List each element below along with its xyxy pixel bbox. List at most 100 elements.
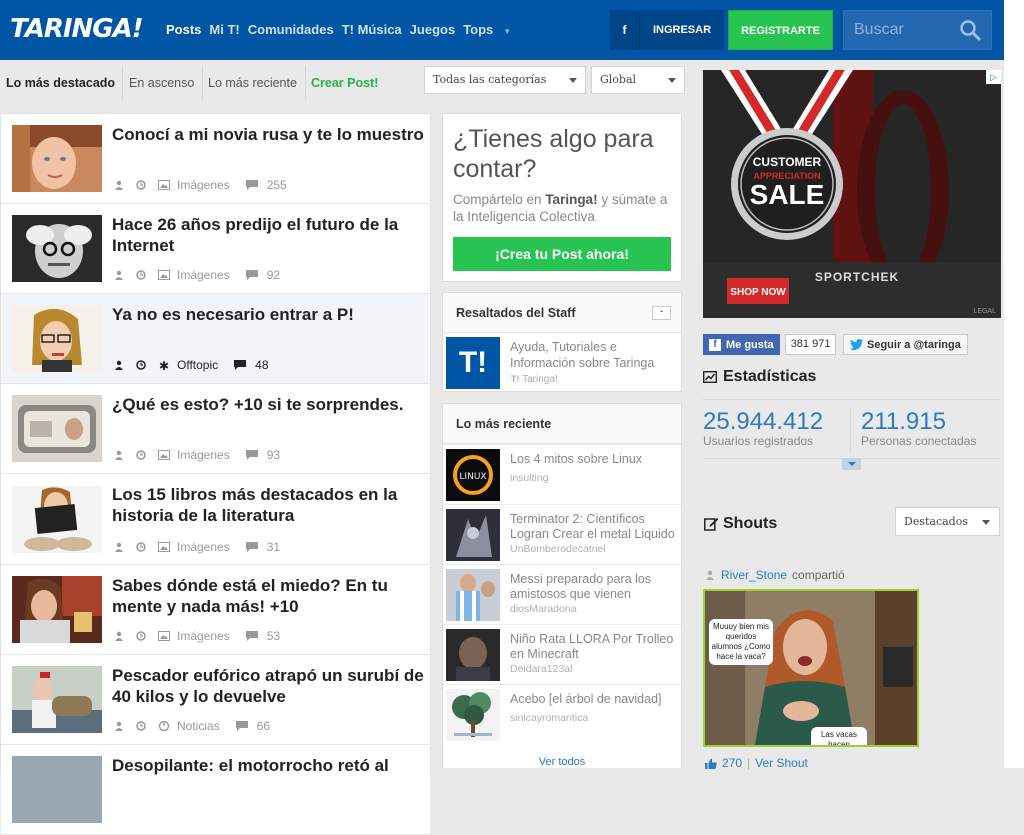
shout-image[interactable]: Muuuy bien mis queridos alumnos ¿Como ha… xyxy=(703,589,919,747)
post-title[interactable]: Ya no es necesario entrar a P! xyxy=(112,304,424,325)
tab-destacados[interactable]: Lo más destacado xyxy=(6,76,115,90)
recent-item[interactable]: Niño Rata LLORA Por Trolleo en Minecraft… xyxy=(443,624,681,684)
post-title[interactable]: Hace 26 años predijo el futuro de la Int… xyxy=(112,214,424,256)
recent-item-user[interactable]: insulting xyxy=(510,472,549,484)
recent-item-user[interactable]: sinicayromantica xyxy=(510,712,588,724)
post-category[interactable]: Imágenes xyxy=(158,629,230,643)
recent-item-title[interactable]: Los 4 mitos sobre Linux xyxy=(510,452,680,467)
promo-text-brand: Taringa! xyxy=(545,192,598,207)
post-item[interactable]: Los 15 libros más destacados en la histo… xyxy=(1,474,430,565)
post-category[interactable]: Imágenes xyxy=(158,268,230,282)
facebook-like-button[interactable]: f Me gusta xyxy=(703,334,780,355)
recent-item-title[interactable]: Terminator 2: Científicos Logran Crear e… xyxy=(510,512,680,542)
scope-select[interactable]: Global xyxy=(591,66,685,94)
recent-item-title[interactable]: Niño Rata LLORA Por Trolleo en Minecraft xyxy=(510,632,680,662)
post-title[interactable]: Pescador eufórico atrapó un surubí de 40… xyxy=(112,665,424,707)
recent-item-title[interactable]: Acebo [el árbol de navidad] xyxy=(510,692,680,707)
recent-item[interactable]: Terminator 2: Científicos Logran Crear e… xyxy=(443,504,681,564)
post-thumbnail[interactable] xyxy=(12,576,102,643)
login-button[interactable]: INGRESAR xyxy=(640,10,724,50)
advertisement[interactable]: CUSTOMER APPRECIATION SALE SPORTCHEK SHO… xyxy=(703,70,1001,318)
recent-thumbnail[interactable]: LINUX xyxy=(446,449,500,501)
post-title[interactable]: ¿Qué es esto? +10 si te sorprendes. xyxy=(112,394,424,415)
nav-mi-t[interactable]: Mi T! xyxy=(209,22,239,37)
clock-icon xyxy=(136,542,146,552)
recent-item-user[interactable]: UnBomberodecatriel xyxy=(510,543,606,555)
post-thumbnail[interactable] xyxy=(12,395,102,462)
recent-item-title[interactable]: Messi preparado para los amistosos que v… xyxy=(510,572,680,602)
user-icon xyxy=(115,270,123,280)
speech-bubble: Las vacas hacen xyxy=(811,727,867,745)
clock-icon xyxy=(136,631,146,641)
facebook-icon: f xyxy=(709,338,721,351)
recent-item[interactable]: LINUX Los 4 mitos sobre Linux insulting xyxy=(443,444,681,504)
post-item[interactable]: Sabes dónde está el miedo? En tu mente y… xyxy=(1,565,430,655)
facebook-login-button[interactable]: f xyxy=(610,10,640,50)
user-icon xyxy=(115,360,123,370)
search-icon[interactable] xyxy=(959,19,981,41)
post-category[interactable]: Noticias xyxy=(158,719,220,733)
search-input[interactable] xyxy=(844,11,954,49)
linux-badge: LINUX xyxy=(459,472,486,482)
taringa-logo[interactable]: TARINGA! xyxy=(10,14,144,44)
create-post-link[interactable]: Crear Post! xyxy=(311,76,378,90)
post-comments: 53 xyxy=(245,629,280,643)
image-icon xyxy=(158,450,170,460)
post-category[interactable]: Imágenes xyxy=(158,178,230,192)
recent-thumbnail[interactable] xyxy=(446,569,500,621)
staff-item-title[interactable]: Ayuda, Tutoriales e Información sobre Ta… xyxy=(510,339,675,371)
shout-author-name[interactable]: River_Stone xyxy=(721,568,787,582)
nav-posts[interactable]: Posts xyxy=(166,22,201,37)
post-thumbnail[interactable] xyxy=(12,215,102,282)
twitter-follow-button[interactable]: Seguir a @taringa xyxy=(843,334,968,355)
clock-icon xyxy=(136,270,146,280)
tab-reciente[interactable]: Lo más reciente xyxy=(208,76,297,90)
category-select[interactable]: Todas las categorías xyxy=(424,66,586,94)
post-item[interactable]: ¿Qué es esto? +10 si te sorprendes. Imág… xyxy=(1,384,430,474)
post-title[interactable]: Desopilante: el motorrocho retó al xyxy=(112,755,424,776)
post-comment-count: 255 xyxy=(266,178,287,192)
adchoices-icon[interactable]: ▷ xyxy=(986,70,1001,84)
recent-item-user[interactable]: Deidara123al xyxy=(510,663,572,675)
shouts-heading: Shouts xyxy=(704,515,777,533)
post-category[interactable]: Imágenes xyxy=(158,540,230,554)
post-thumbnail[interactable] xyxy=(12,666,102,733)
post-thumbnail[interactable] xyxy=(12,486,102,553)
post-item[interactable]: Ya no es necesario entrar a P! ✱ Offtopic… xyxy=(1,294,430,384)
registered-users-count: 25.944.412 xyxy=(703,408,824,435)
see-all-recent-link[interactable]: Ver todos xyxy=(442,756,682,768)
post-title[interactable]: Los 15 libros más destacados en la histo… xyxy=(112,484,424,526)
shouts-sort-select[interactable]: Destacados xyxy=(895,507,1000,536)
register-button[interactable]: REGISTRARTE xyxy=(728,10,833,50)
comment-icon xyxy=(245,542,258,552)
chevron-down-icon xyxy=(982,520,990,525)
create-post-button[interactable]: ¡Crea tu Post ahora! xyxy=(453,237,671,271)
post-item[interactable]: Hace 26 años predijo el futuro de la Int… xyxy=(1,204,430,294)
post-category[interactable]: Imágenes xyxy=(158,448,230,462)
recent-item-user[interactable]: diosMaradona xyxy=(510,603,577,615)
post-thumbnail[interactable] xyxy=(12,756,102,823)
recent-thumbnail[interactable] xyxy=(446,689,500,741)
staff-item[interactable]: T! Ayuda, Tutoriales e Información sobre… xyxy=(443,333,681,393)
stats-expand-button[interactable] xyxy=(842,458,861,470)
post-item[interactable]: Pescador eufórico atrapó un surubí de 40… xyxy=(1,655,430,745)
recent-item[interactable]: Messi preparado para los amistosos que v… xyxy=(443,564,681,624)
post-thumbnail[interactable] xyxy=(12,125,102,192)
ad-banner: CUSTOMER APPRECIATION SALE SPORTCHEK SHO… xyxy=(703,70,1001,318)
divider xyxy=(122,66,123,100)
post-thumbnail[interactable] xyxy=(12,305,102,372)
nav-tops[interactable]: Tops ▼ xyxy=(463,22,519,37)
nav-t-musica[interactable]: T! Música xyxy=(342,22,402,37)
recent-item[interactable]: Acebo [el árbol de navidad] sinicayroman… xyxy=(443,684,681,744)
recent-thumbnail[interactable] xyxy=(446,509,500,561)
post-title[interactable]: Conocí a mi novia rusa y te lo muestro xyxy=(112,124,424,145)
nav-comunidades[interactable]: Comunidades xyxy=(248,22,334,37)
nav-juegos[interactable]: Juegos xyxy=(410,22,456,37)
tab-en-ascenso[interactable]: En ascenso xyxy=(129,76,194,90)
post-title[interactable]: Sabes dónde está el miedo? En tu mente y… xyxy=(112,575,424,617)
post-category[interactable]: ✱ Offtopic xyxy=(158,358,218,372)
recent-thumbnail[interactable] xyxy=(446,629,500,681)
post-item[interactable]: Conocí a mi novia rusa y te lo muestro I… xyxy=(1,114,430,204)
post-item[interactable]: Desopilante: el motorrocho retó al xyxy=(1,745,430,835)
minimize-button[interactable]: - xyxy=(652,306,671,320)
